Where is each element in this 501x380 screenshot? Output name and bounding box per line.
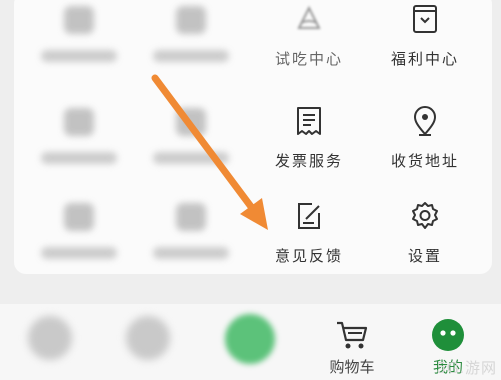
category-avatar-icon [126,316,170,360]
profile-face-icon [432,319,464,351]
bottom-tab-bar: 购物车 我的 [0,304,501,380]
tab-center[interactable] [210,304,290,380]
cart-icon [337,321,368,349]
tab-category[interactable] [108,304,188,380]
green-center-icon [225,314,275,364]
home-avatar-icon [28,316,72,360]
tab-home[interactable] [10,304,90,380]
watermark: 5G.游网 [436,359,497,377]
tab-label: 购物车 [329,358,375,376]
tab-cart[interactable]: 购物车 [312,304,392,380]
